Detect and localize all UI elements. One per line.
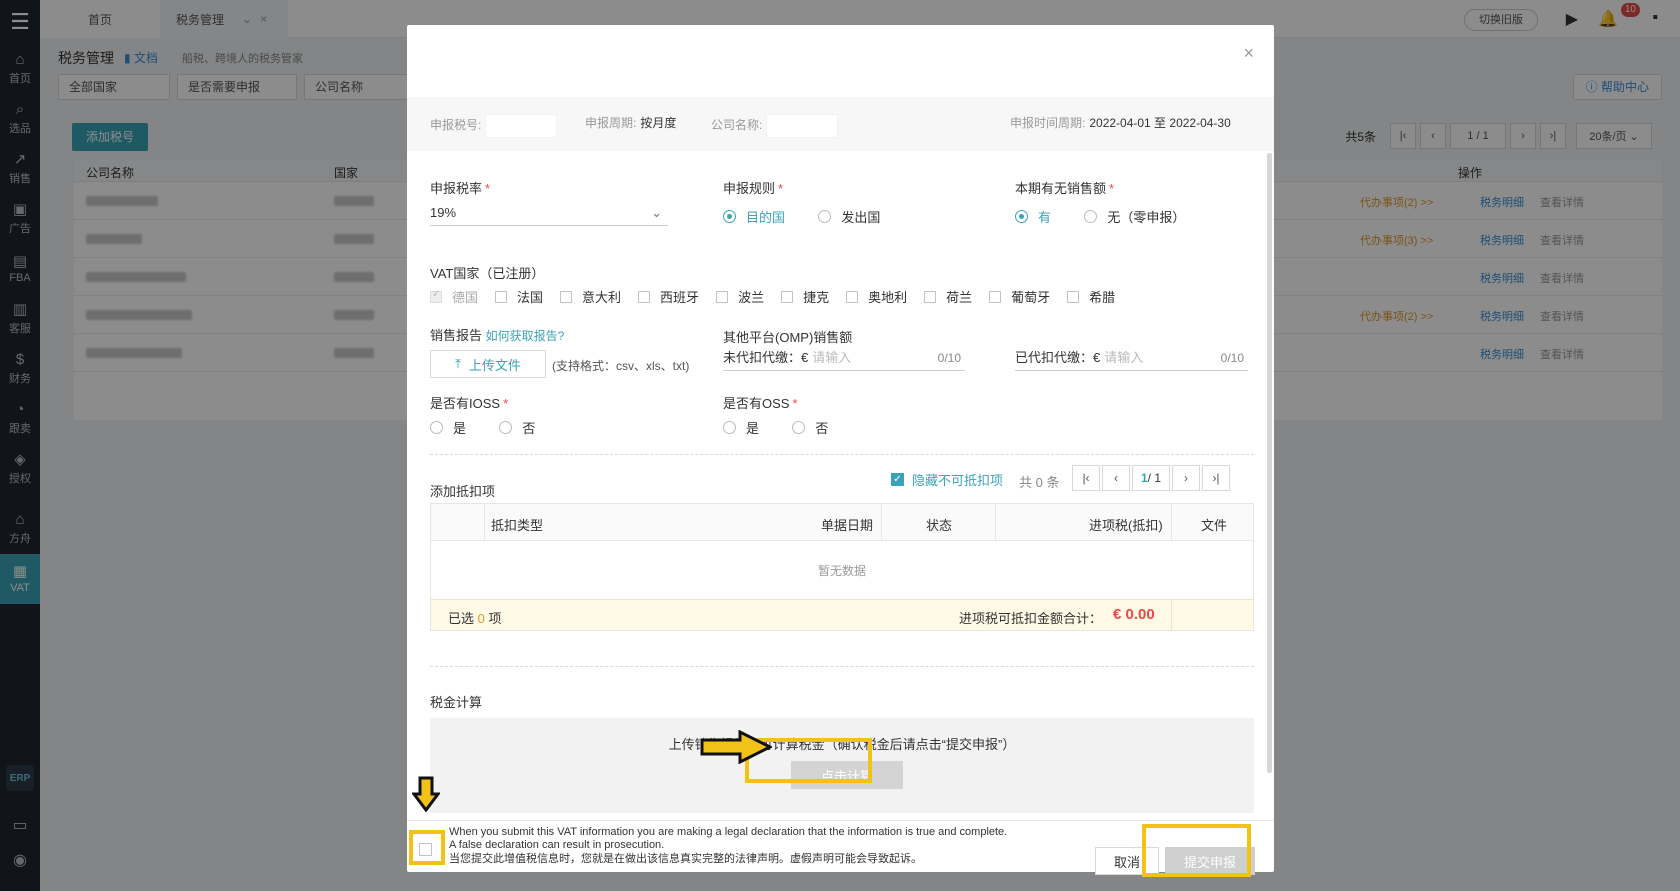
withheld-input[interactable]: 已代扣代缴：€ 请输入 0/10: [1015, 347, 1248, 371]
deduction-title: 添加抵扣项: [430, 484, 496, 499]
how-to-get-report-link[interactable]: 如何获取报告?: [486, 329, 565, 343]
oss-radio-yes[interactable]: 是: [723, 418, 759, 437]
next-page-button[interactable]: ›: [1172, 465, 1200, 491]
modal-scrollbar[interactable]: [1267, 153, 1272, 773]
ioss-label: 是否有IOSS *: [430, 396, 509, 411]
tax-no-label: 申报税号:: [430, 118, 482, 133]
vat-country-checkbox[interactable]: 奥地利: [846, 287, 907, 306]
sales-report-label: 销售报告 如何获取报告?: [430, 328, 565, 343]
selected-count: 已选 0 项: [448, 611, 502, 626]
legal-declaration: When you submit this VAT information you…: [449, 826, 1008, 865]
col-deduction-type: 抵扣类型: [491, 518, 544, 533]
prev-page-button[interactable]: ‹: [1102, 465, 1130, 491]
vat-declaration-modal: × 申报税号: 申报周期: 按月度 公司名称: 申报时间周期: 2022-04-01…: [407, 25, 1274, 877]
ioss-radio-group: 是 否: [430, 418, 565, 437]
vat-countries-label: VAT国家（已注册）: [430, 266, 545, 281]
section-divider: [430, 666, 1254, 667]
arrow-down-icon: [412, 776, 440, 812]
period-label: 申报周期:: [585, 116, 637, 130]
upload-icon: ⤒: [455, 356, 461, 371]
tax-calc-title: 税金计算: [430, 695, 483, 710]
col-file: 文件: [1201, 518, 1228, 533]
period-value: 按月度: [640, 116, 677, 130]
tax-rate-select[interactable]: 19% ⌄: [430, 202, 668, 226]
col-doc-date: 单据日期: [821, 518, 874, 533]
has-sales-label: 本期有无销售额 *: [1015, 181, 1115, 196]
hide-non-deductible-checkbox[interactable]: ✓ 隐藏不可抵扣项: [891, 470, 1003, 489]
vat-country-checkbox[interactable]: 捷克: [781, 287, 829, 306]
first-page-button[interactable]: |‹: [1072, 465, 1100, 491]
submit-highlight: [1142, 824, 1251, 877]
deduction-summary: 已选 0 项 进项税可抵扣金额合计： € 0.00: [431, 599, 1253, 631]
col-input-tax: 进项税(抵扣): [1089, 518, 1163, 533]
checkbox-highlight: [409, 830, 445, 865]
upload-file-button[interactable]: ⤒ 上传文件: [430, 350, 546, 378]
vat-country-checkbox[interactable]: 意大利: [560, 287, 621, 306]
page-indicator[interactable]: 1/ 1: [1132, 465, 1170, 491]
chevron-down-icon: ⌄: [651, 205, 662, 220]
arrow-right-icon: [700, 730, 772, 764]
col-status: 状态: [926, 518, 953, 533]
oss-radio-group: 是 否: [723, 418, 858, 437]
rule-radio-origin[interactable]: 发出国: [818, 207, 880, 226]
unwithheld-input[interactable]: 未代扣代缴：€ 请输入 0/10: [723, 347, 965, 371]
has-sales-radio-no[interactable]: 无（零申报）: [1084, 207, 1185, 226]
has-sales-radio-group: 有 无（零申报）: [1015, 207, 1215, 226]
rule-radio-destination[interactable]: 目的国: [723, 207, 785, 226]
ioss-radio-no[interactable]: 否: [499, 418, 535, 437]
rule-radio-group: 目的国 发出国: [723, 207, 910, 226]
time-label: 申报时间周期:: [1010, 116, 1086, 130]
time-value: 2022-04-01 至 2022-04-30: [1089, 116, 1231, 130]
deduction-table: 抵扣类型 单据日期 状态 进项税(抵扣) 文件 暂无数据 已选 0 项 进项税可…: [430, 503, 1254, 631]
vat-country-checkbox[interactable]: 波兰: [716, 287, 764, 306]
vat-country-checkboxes: 德国法国意大利西班牙波兰捷克奥地利荷兰葡萄牙希腊: [430, 287, 1132, 306]
deduction-sum-label: 进项税可抵扣金额合计：: [959, 611, 1103, 626]
omp-label: 其他平台(OMP)销售额: [723, 330, 853, 345]
modal-title: [416, 35, 686, 93]
vat-country-checkbox[interactable]: 希腊: [1067, 287, 1115, 306]
rule-label: 申报规则 *: [723, 181, 784, 196]
close-icon[interactable]: ×: [1243, 43, 1254, 64]
oss-radio-no[interactable]: 否: [792, 418, 828, 437]
deduction-count: 共 0 条: [1019, 475, 1060, 490]
ioss-radio-yes[interactable]: 是: [430, 418, 466, 437]
empty-state: 暂无数据: [817, 563, 866, 578]
vat-country-checkbox: 德国: [430, 287, 478, 306]
last-page-button[interactable]: ›|: [1202, 465, 1230, 491]
vat-country-checkbox[interactable]: 葡萄牙: [989, 287, 1050, 306]
vat-country-checkbox[interactable]: 西班牙: [638, 287, 699, 306]
declaration-info-row: 申报税号: 申报周期: 按月度 公司名称: 申报时间周期: 2022-04-01 至…: [430, 111, 1254, 138]
tax-rate-label: 申报税率 *: [430, 181, 491, 196]
deduction-sum-value: € 0.00: [1113, 606, 1155, 623]
upload-formats-hint: (支持格式：csv、xls、txt): [552, 359, 690, 373]
deduction-table-header: 抵扣类型 单据日期 状态 进项税(抵扣) 文件: [431, 504, 1253, 541]
section-divider: [430, 454, 1254, 455]
vat-country-checkbox[interactable]: 荷兰: [924, 287, 972, 306]
vat-country-checkbox[interactable]: 法国: [495, 287, 543, 306]
has-sales-radio-yes[interactable]: 有: [1015, 207, 1051, 226]
deduction-pagination: |‹ ‹ 1/ 1 › ›|: [1072, 465, 1230, 491]
oss-label: 是否有OSS *: [723, 396, 798, 411]
company-label: 公司名称:: [711, 118, 763, 133]
